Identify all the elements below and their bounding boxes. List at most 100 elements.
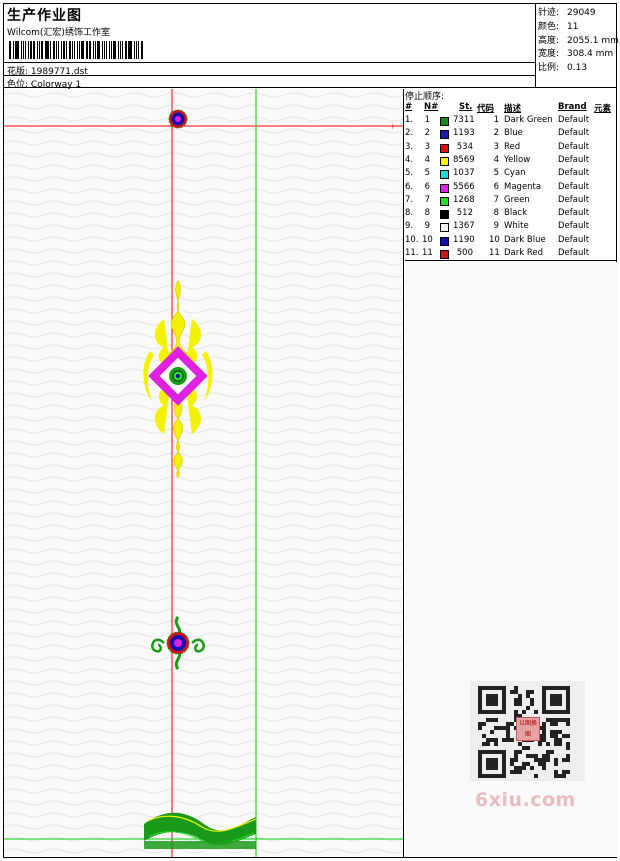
row-brand: Default <box>558 128 590 139</box>
qr-badge: 以图换图 <box>516 717 540 741</box>
table-row[interactable]: 3. 3 534 3 Red Default <box>405 142 617 155</box>
color-swatch <box>440 117 449 126</box>
col-header-brand: Brand <box>558 102 587 112</box>
barcode-bar <box>127 41 129 59</box>
table-row[interactable]: 9. 9 1367 9 White Default <box>405 221 617 234</box>
barcode-bar <box>111 41 113 59</box>
row-stitches: 500 <box>456 248 473 258</box>
row-brand: Default <box>558 115 590 125</box>
table-row[interactable]: 7. 7 1268 7 Green Default <box>405 195 617 208</box>
barcode-bar <box>94 41 97 59</box>
row-brand: Default <box>558 234 590 245</box>
barcode-bar <box>79 41 81 59</box>
row-brand: Default <box>558 194 590 205</box>
color-swatch <box>440 236 449 246</box>
stat-scale: 比例: 0.13 <box>538 63 588 73</box>
color-swatch <box>440 156 449 166</box>
col-header-element: 元素 <box>594 104 612 114</box>
row-description: Yellow <box>504 154 531 165</box>
table-row[interactable]: 8. 8 512 8 Black Default <box>405 208 617 221</box>
row-needle: 7 <box>424 194 430 205</box>
row-needle: 10 <box>422 234 433 245</box>
row-code: 5 <box>493 168 499 179</box>
stop-sequence-header: # N# St. 代码 描述 Brand 元素 <box>405 102 617 114</box>
row-stitches: 8569 <box>453 154 475 165</box>
design-stats: 针迹: 29049 颜色: 11 高度: 2055.1 mm 宽度: 308.4 mm … <box>536 3 619 88</box>
row-code: 1 <box>493 115 499 125</box>
row-brand: Default <box>558 181 590 192</box>
barcode-bar <box>133 41 135 59</box>
row-stitches: 534 <box>456 141 473 152</box>
table-row[interactable]: 10. 10 1190 10 Dark Blue Default <box>405 235 617 248</box>
barcode-bar <box>9 41 11 59</box>
barcode-bar <box>92 41 94 59</box>
hoop-background <box>4 89 403 857</box>
row-needle: 4 <box>424 154 430 165</box>
row-code: 2 <box>493 128 499 139</box>
row-needle: 9 <box>424 221 430 232</box>
divider <box>3 62 536 63</box>
row-code: 11 <box>489 248 500 258</box>
stop-sequence-table: 停止顺序: # N# St. 代码 描述 Brand 元素 1. 1 7311 1 Da… <box>405 89 617 261</box>
watermark-logo: 6xiu.com <box>475 789 576 811</box>
row-index: 11. <box>405 248 419 258</box>
col-header-needle: N# <box>424 102 439 112</box>
barcode-bar <box>32 41 36 59</box>
row-index: 5. <box>405 168 414 179</box>
row-needle: 6 <box>424 181 430 192</box>
barcode-bar <box>102 41 103 59</box>
row-description: Dark Blue <box>504 234 546 245</box>
top-medallion <box>168 109 188 129</box>
row-needle: 8 <box>424 208 430 219</box>
row-index: 7. <box>405 194 414 205</box>
barcode-bar <box>14 41 16 59</box>
color-swatch <box>440 130 449 140</box>
color-swatch <box>440 196 449 206</box>
row-index: 8. <box>405 208 414 219</box>
design-canvas[interactable]: ⊦ <box>4 89 404 857</box>
table-row[interactable]: 11. 11 500 11 Dark Red Default <box>405 248 617 261</box>
table-row[interactable]: 2. 2 1193 2 Blue Default <box>405 128 617 141</box>
barcode-bar <box>109 41 111 59</box>
company-name: Wilcom(汇宏)绣饰工作室 <box>7 28 110 38</box>
barcode-bar <box>55 41 58 59</box>
barcode-bar <box>25 41 27 59</box>
barcode-bar <box>122 41 123 59</box>
row-stitches: 512 <box>456 208 473 219</box>
barcode-bar <box>62 41 66 59</box>
design-preview: ⊦ <box>4 89 403 857</box>
row-index: 3. <box>405 141 414 152</box>
col-header-index: # <box>405 102 413 112</box>
col-header-code: 代码 <box>477 104 495 114</box>
color-swatch <box>440 170 449 180</box>
row-brand: Default <box>558 154 590 165</box>
row-code: 4 <box>493 154 499 165</box>
barcode-bar <box>61 41 62 59</box>
row-description: Magenta <box>504 181 542 192</box>
barcode-bar <box>120 41 122 59</box>
barcode-bar <box>85 41 87 59</box>
row-description: White <box>504 221 529 232</box>
row-description: Green <box>504 194 530 205</box>
row-brand: Default <box>558 248 590 258</box>
row-index: 9. <box>405 221 414 232</box>
table-row[interactable]: 1. 1 7311 1 Dark Green Default <box>405 115 617 128</box>
stat-height: 高度: 2055.1 mm <box>538 36 619 46</box>
row-needle: 11 <box>422 248 433 258</box>
barcode-bar <box>46 41 49 59</box>
table-row[interactable]: 6. 6 5566 6 Magenta Default <box>405 182 617 195</box>
row-code: 6 <box>493 181 499 192</box>
table-row[interactable]: 4. 4 8569 4 Yellow Default <box>405 155 617 168</box>
color-swatch <box>440 250 449 259</box>
row-index: 1. <box>405 115 414 125</box>
barcode-bar <box>103 41 105 59</box>
table-row[interactable]: 5. 5 1037 5 Cyan Default <box>405 168 617 181</box>
row-index: 10. <box>405 234 419 245</box>
color-swatch <box>440 223 449 233</box>
barcode-bar <box>30 41 32 59</box>
row-stitches: 1268 <box>453 194 475 205</box>
barcode-bar <box>117 41 120 59</box>
row-brand: Default <box>558 141 590 152</box>
divider <box>3 75 536 76</box>
barcode-bar <box>76 41 79 59</box>
